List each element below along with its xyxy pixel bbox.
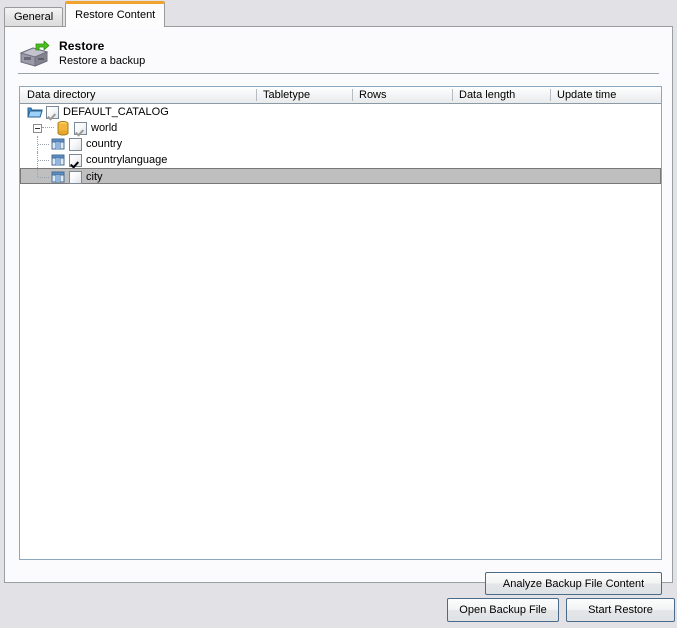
tree-row-label: countrylanguage [86,152,167,168]
tree-row-label: country [86,136,122,152]
restore-content-panel: Restore Restore a backup Data directory … [4,26,673,583]
column-header-tabletype[interactable]: Tabletype [256,87,352,103]
tab-strip: General Restore Content [0,0,677,27]
column-header-data-directory[interactable]: Data directory [20,87,256,103]
column-header-update-time[interactable]: Update time [550,87,661,103]
tree-row-label: world [91,120,117,136]
tree-row-label: city [86,169,103,185]
tree-guide [37,136,50,152]
analyze-backup-file-content-button[interactable]: Analyze Backup File Content [485,572,662,595]
expander-world[interactable] [33,124,42,133]
database-icon [55,120,71,136]
checkbox-countrylanguage[interactable] [69,154,82,167]
tree-guide [37,152,50,168]
tree-rows: DEFAULT_CATALOG [20,104,661,559]
checkbox-city[interactable] [69,171,82,184]
section-subtitle: Restore a backup [59,55,145,67]
checkbox-default-catalog[interactable] [46,106,59,119]
section-title: Restore [59,39,104,53]
column-header-data-length[interactable]: Data length [452,87,550,103]
restore-drive-icon [18,40,50,70]
checkbox-country[interactable] [69,138,82,151]
tab-restore-content[interactable]: Restore Content [65,1,165,27]
tree-row-world[interactable]: world [20,120,661,136]
section-header: Restore Restore a backup [18,37,659,83]
tab-general[interactable]: General [4,7,63,27]
folder-open-icon [27,104,43,120]
column-header-rows[interactable]: Rows [352,87,452,103]
tree-row-country[interactable]: country [20,136,661,152]
checkbox-world[interactable] [74,122,87,135]
tree-guide [37,169,50,185]
open-backup-file-button[interactable]: Open Backup File [447,598,559,622]
start-restore-button[interactable]: Start Restore [566,598,675,622]
tab-restore-content-label: Restore Content [75,9,155,21]
tree-row-city[interactable]: city [20,168,661,184]
tree-row-label: DEFAULT_CATALOG [63,104,169,120]
tab-general-label: General [14,11,53,23]
tree-row-countrylanguage[interactable]: countrylanguage [20,152,661,168]
tree-column-headers: Data directory Tabletype Rows Data lengt… [20,87,661,104]
restore-content-tree[interactable]: Data directory Tabletype Rows Data lengt… [19,86,662,560]
section-divider [18,73,659,74]
tree-row-default-catalog[interactable]: DEFAULT_CATALOG [20,104,661,120]
